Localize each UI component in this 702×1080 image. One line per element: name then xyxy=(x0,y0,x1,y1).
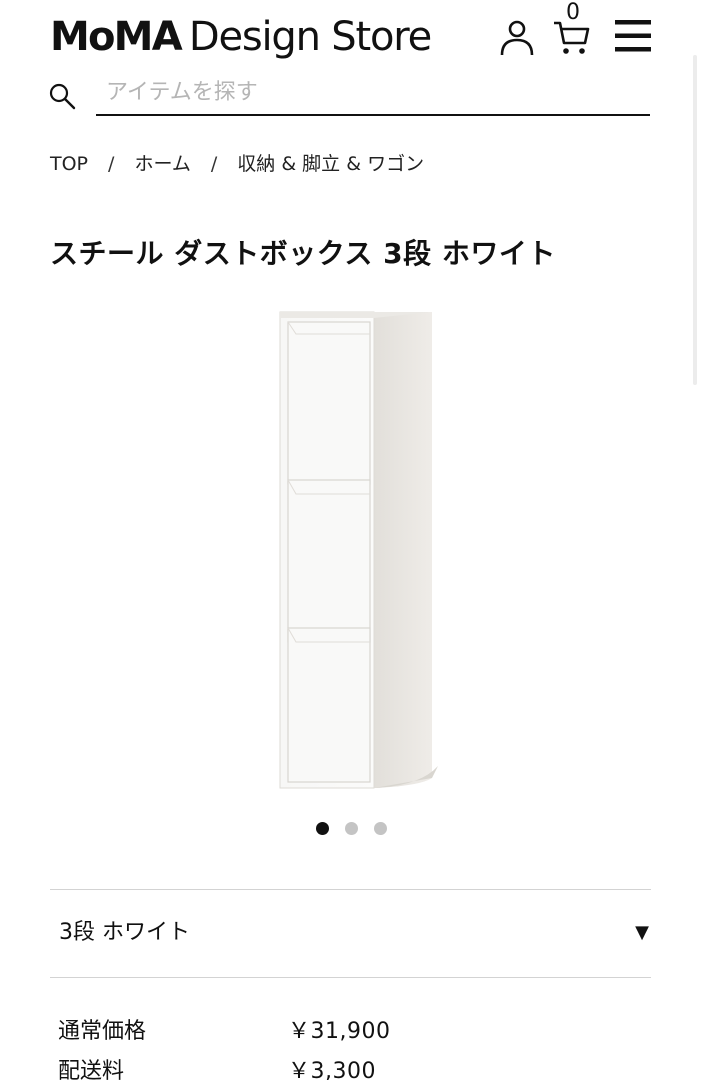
breadcrumb: TOP / ホーム / 収納 & 脚立 & ワゴン xyxy=(50,150,424,178)
product-title: スチール ダストボックス 3段 ホワイト xyxy=(50,237,556,270)
dropdown-arrow-icon: ▼ xyxy=(635,922,649,943)
user-icon[interactable] xyxy=(498,18,536,56)
image-pagination xyxy=(0,822,702,840)
shipping-fee-value: ￥3,300 xyxy=(288,1059,376,1080)
variant-select[interactable]: 3段 ホワイト ▼ xyxy=(50,890,651,977)
pagination-dot-1[interactable] xyxy=(315,822,329,835)
search-bar xyxy=(46,70,652,120)
site-logo[interactable]: MoMA Design Store xyxy=(50,12,432,62)
shipping-fee-row: 配送料 ￥3,300 xyxy=(58,1052,658,1080)
cart-icon xyxy=(554,21,590,54)
regular-price-label: 通常価格 xyxy=(58,1019,147,1044)
breadcrumb-separator: / xyxy=(210,153,218,175)
shipping-fee-label: 配送料 xyxy=(58,1059,125,1080)
pagination-dot-3[interactable] xyxy=(373,822,387,835)
search-input[interactable] xyxy=(96,70,650,116)
logo-design-store: Design Store xyxy=(188,14,432,60)
regular-price-value: ￥31,900 xyxy=(288,1019,391,1044)
breadcrumb-item-top[interactable]: TOP xyxy=(50,153,88,175)
breadcrumb-item-category[interactable]: 収納 & 脚立 & ワゴン xyxy=(237,153,424,175)
breadcrumb-separator: / xyxy=(108,153,115,175)
cart-button[interactable]: 0 xyxy=(552,0,594,58)
hamburger-menu-icon[interactable] xyxy=(614,18,652,54)
pagination-dot-2[interactable] xyxy=(344,822,358,835)
price-table: 通常価格 ￥31,900 配送料 ￥3,300 xyxy=(58,1012,658,1080)
breadcrumb-item-home[interactable]: ホーム xyxy=(134,153,190,175)
logo-moma: MoMA xyxy=(50,14,183,60)
regular-price-row: 通常価格 ￥31,900 xyxy=(58,1012,658,1052)
divider xyxy=(50,977,651,978)
variant-selected-value: 3段 ホワイト xyxy=(59,920,190,945)
search-icon[interactable] xyxy=(48,82,76,110)
product-image[interactable] xyxy=(270,300,450,800)
page-scrollbar[interactable] xyxy=(693,55,697,385)
site-header: MoMA Design Store 0 xyxy=(0,0,702,72)
